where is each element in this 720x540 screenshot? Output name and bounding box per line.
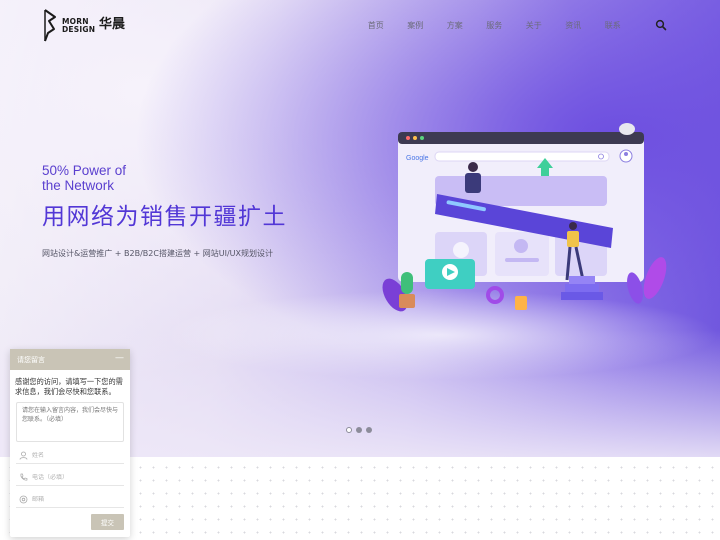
user-icon [19,451,28,460]
chat-phone-field [16,470,124,486]
chat-minimize-button[interactable]: — [115,353,124,363]
nav-item-about[interactable]: 关于 [514,20,554,31]
nav-item-solutions[interactable]: 方案 [435,20,475,31]
nav-item-contact[interactable]: 联系 [593,20,633,31]
chat-phone-input[interactable] [32,474,122,481]
slider-dot-3[interactable] [366,427,372,433]
chat-header: 请您留言 — [10,349,130,370]
chat-intro-text: 感谢您的访问，请填写一下您的需求信息，我们会尽快和您联系。 [15,377,123,396]
logo-name-cn: 华晨 [99,17,126,32]
web-design-illustration: Google [382,123,667,312]
logo[interactable]: MORN DESIGN 华晨 [42,9,125,42]
hero-slogan: 50% Power of the Network 用网络为销售开疆扩土 [42,163,287,231]
slogan-en-line2: the Network [42,178,115,193]
nav-item-services[interactable]: 服务 [475,20,515,31]
chat-message-input[interactable] [16,402,124,442]
slider-dot-2[interactable] [356,427,362,433]
nav-item-home[interactable]: 首页 [356,20,396,31]
bird-head-logo-icon [44,9,56,42]
chat-title: 请您留言 [17,356,45,364]
nav-item-cases[interactable]: 案例 [396,20,436,31]
chat-name-field [16,448,124,464]
site-header: MORN DESIGN 华晨 首页 案例 方案 服务 关于 资讯 联系 [0,0,720,50]
slider-dot-1[interactable] [346,427,352,433]
chat-email-input[interactable] [32,496,122,503]
nav-item-news[interactable]: 资讯 [554,20,594,31]
logo-text: MORN DESIGN [62,17,96,34]
slider-pagination [346,427,376,433]
services-tagline: 网站设计&运营推广 + B2B/B2C搭建运营 + 网站UI/UX规划设计 [42,249,273,258]
chat-name-input[interactable] [32,452,122,459]
logo-name-en-line2: DESIGN [62,24,96,34]
main-nav: 首页 案例 方案 服务 关于 资讯 联系 [356,20,633,31]
slogan-en-line1: 50% Power of [42,163,127,178]
slogan-cn: 用网络为销售开疆扩土 [42,204,287,230]
chat-submit-button[interactable]: 提交 [91,514,124,530]
search-icon[interactable] [655,19,667,31]
browser-brand-text: Google [406,155,429,162]
chat-message-widget: 请您留言 — 感谢您的访问，请填写一下您的需求信息，我们会尽快和您联系。 提交 [10,349,130,537]
phone-icon [20,473,28,481]
chat-email-field [16,492,124,508]
email-icon [19,495,28,504]
